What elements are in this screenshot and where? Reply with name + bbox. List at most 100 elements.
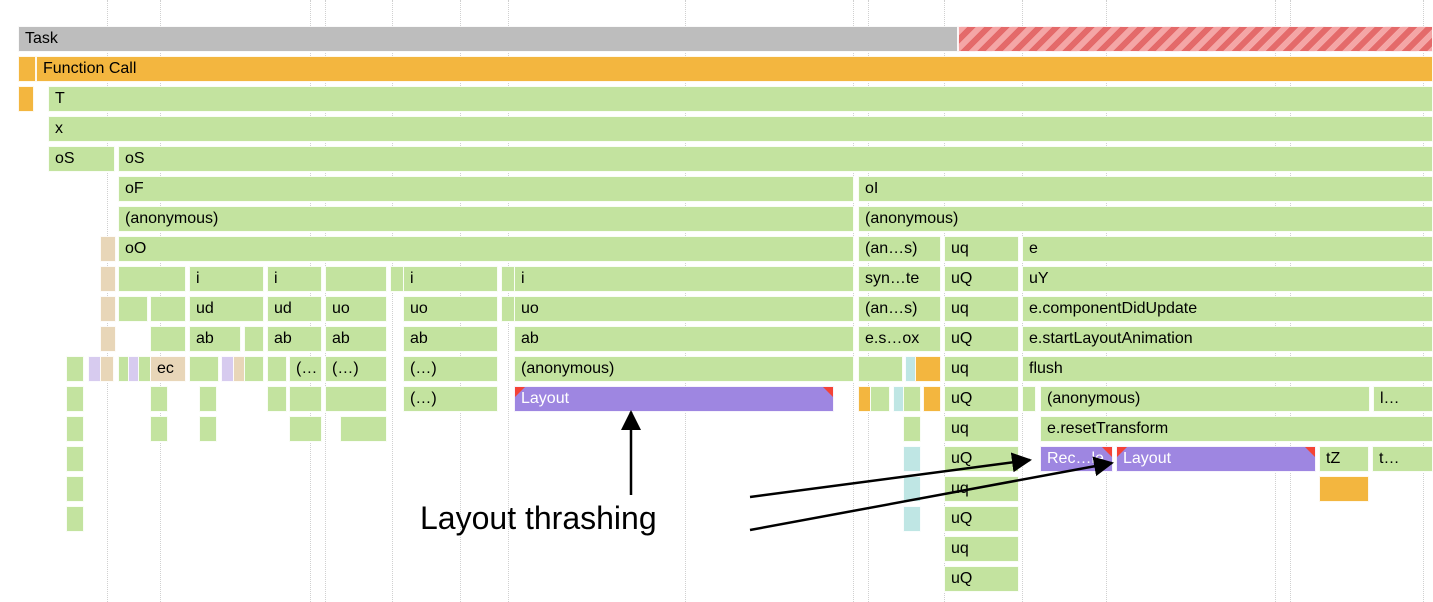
flame-bar[interactable]: ud	[189, 296, 264, 322]
flame-bar[interactable]	[915, 356, 941, 382]
flame-bar[interactable]: uo	[514, 296, 854, 322]
flame-bar[interactable]: (…)	[403, 386, 498, 412]
flame-bar[interactable]: syn…te	[858, 266, 941, 292]
flame-bar[interactable]	[903, 506, 921, 532]
flame-bar[interactable]: ud	[267, 296, 322, 322]
flame-bar[interactable]	[1319, 476, 1369, 502]
flame-bar[interactable]: uY	[1022, 266, 1433, 292]
flame-bar[interactable]: ab	[267, 326, 322, 352]
flame-bar[interactable]	[501, 266, 515, 292]
flame-bar[interactable]	[66, 356, 84, 382]
flame-bar[interactable]: x	[48, 116, 1433, 142]
flame-bar[interactable]	[923, 386, 941, 412]
flame-bar[interactable]	[118, 266, 186, 292]
flame-bar[interactable]: uQ	[944, 566, 1019, 592]
flame-bar[interactable]: oF	[118, 176, 854, 202]
flame-bar[interactable]	[244, 356, 264, 382]
flame-bar[interactable]: ab	[403, 326, 498, 352]
flame-bar[interactable]: Task	[18, 26, 958, 52]
flame-bar[interactable]	[100, 266, 116, 292]
flame-bar[interactable]	[100, 236, 116, 262]
flame-bar[interactable]: e.resetTransform	[1040, 416, 1433, 442]
flame-bar[interactable]	[1022, 386, 1036, 412]
flame-bar[interactable]: uo	[325, 296, 387, 322]
flame-bar[interactable]: i	[189, 266, 264, 292]
flame-bar[interactable]: flush	[1022, 356, 1433, 382]
flame-bar[interactable]	[267, 386, 287, 412]
flame-bar[interactable]: ab	[189, 326, 241, 352]
flame-bar[interactable]	[267, 356, 287, 382]
flame-bar[interactable]: (…)	[403, 356, 498, 382]
flame-bar[interactable]	[340, 416, 387, 442]
flame-bar[interactable]: i	[267, 266, 322, 292]
flame-bar[interactable]	[199, 386, 217, 412]
flame-bar[interactable]: e	[1022, 236, 1433, 262]
flame-bar[interactable]: (…)	[325, 356, 387, 382]
flame-bar[interactable]	[325, 266, 387, 292]
flame-bar[interactable]: (an…s)	[858, 236, 941, 262]
flame-bar[interactable]	[100, 326, 116, 352]
flame-bar[interactable]	[903, 386, 921, 412]
flame-bar[interactable]	[18, 86, 34, 112]
flame-bar[interactable]	[903, 446, 921, 472]
flame-bar[interactable]: e.s…ox	[858, 326, 941, 352]
flame-bar[interactable]	[390, 266, 404, 292]
flame-bar[interactable]: oS	[118, 146, 1433, 172]
flame-bar[interactable]	[66, 446, 84, 472]
flame-bar[interactable]: ab	[325, 326, 387, 352]
flame-bar[interactable]	[858, 356, 903, 382]
flame-bar[interactable]: (anonymous)	[118, 206, 854, 232]
flame-bar[interactable]: (…	[289, 356, 322, 382]
flame-bar[interactable]	[100, 356, 114, 382]
flame-bar[interactable]	[958, 26, 1433, 52]
flame-bar[interactable]: oI	[858, 176, 1433, 202]
flame-bar[interactable]	[66, 506, 84, 532]
flame-bar[interactable]: uq	[944, 476, 1019, 502]
flame-bar[interactable]	[150, 386, 168, 412]
flame-bar[interactable]: Layout	[1116, 446, 1316, 472]
flame-bar[interactable]: uq	[944, 236, 1019, 262]
flame-bar[interactable]	[244, 326, 264, 352]
flame-bar[interactable]	[118, 296, 148, 322]
flame-bar[interactable]: uq	[944, 296, 1019, 322]
flame-bar[interactable]	[289, 386, 322, 412]
flame-bar[interactable]	[870, 386, 890, 412]
flame-bar[interactable]: oO	[118, 236, 854, 262]
flame-bar[interactable]: Rec…le	[1040, 446, 1113, 472]
flame-bar[interactable]: (anonymous)	[1040, 386, 1370, 412]
flame-bar[interactable]: uQ	[944, 386, 1019, 412]
flame-bar[interactable]: Function Call	[36, 56, 1433, 82]
flame-bar[interactable]: i	[403, 266, 498, 292]
flame-bar[interactable]	[18, 56, 36, 82]
flame-bar[interactable]	[501, 296, 515, 322]
flame-bar[interactable]: tZ	[1319, 446, 1369, 472]
flame-bar[interactable]: (an…s)	[858, 296, 941, 322]
flame-bar[interactable]: e.startLayoutAnimation	[1022, 326, 1433, 352]
flame-bar[interactable]	[150, 296, 186, 322]
flame-bar[interactable]: e.componentDidUpdate	[1022, 296, 1433, 322]
flame-bar[interactable]	[903, 476, 921, 502]
flame-bar[interactable]: uQ	[944, 266, 1019, 292]
flame-bar[interactable]	[66, 416, 84, 442]
flame-bar[interactable]	[150, 416, 168, 442]
flame-bar[interactable]: t…	[1372, 446, 1433, 472]
flame-bar[interactable]: i	[514, 266, 854, 292]
flame-bar[interactable]	[150, 326, 186, 352]
flame-bar[interactable]: uQ	[944, 326, 1019, 352]
flame-bar[interactable]: uq	[944, 536, 1019, 562]
flame-bar[interactable]	[100, 296, 116, 322]
flame-bar[interactable]: uQ	[944, 506, 1019, 532]
flame-bar[interactable]: ab	[514, 326, 854, 352]
flame-bar[interactable]	[289, 416, 322, 442]
flame-bar[interactable]: ec	[150, 356, 186, 382]
flame-bar[interactable]: l…	[1373, 386, 1433, 412]
flame-bar[interactable]	[903, 416, 921, 442]
flame-bar[interactable]: uq	[944, 356, 1019, 382]
flame-bar[interactable]: uQ	[944, 446, 1019, 472]
flame-bar[interactable]	[66, 386, 84, 412]
flame-bar[interactable]	[66, 476, 84, 502]
flame-bar[interactable]	[325, 386, 387, 412]
flame-bar[interactable]: (anonymous)	[514, 356, 854, 382]
flame-bar[interactable]	[199, 416, 217, 442]
flame-bar[interactable]: T	[48, 86, 1433, 112]
